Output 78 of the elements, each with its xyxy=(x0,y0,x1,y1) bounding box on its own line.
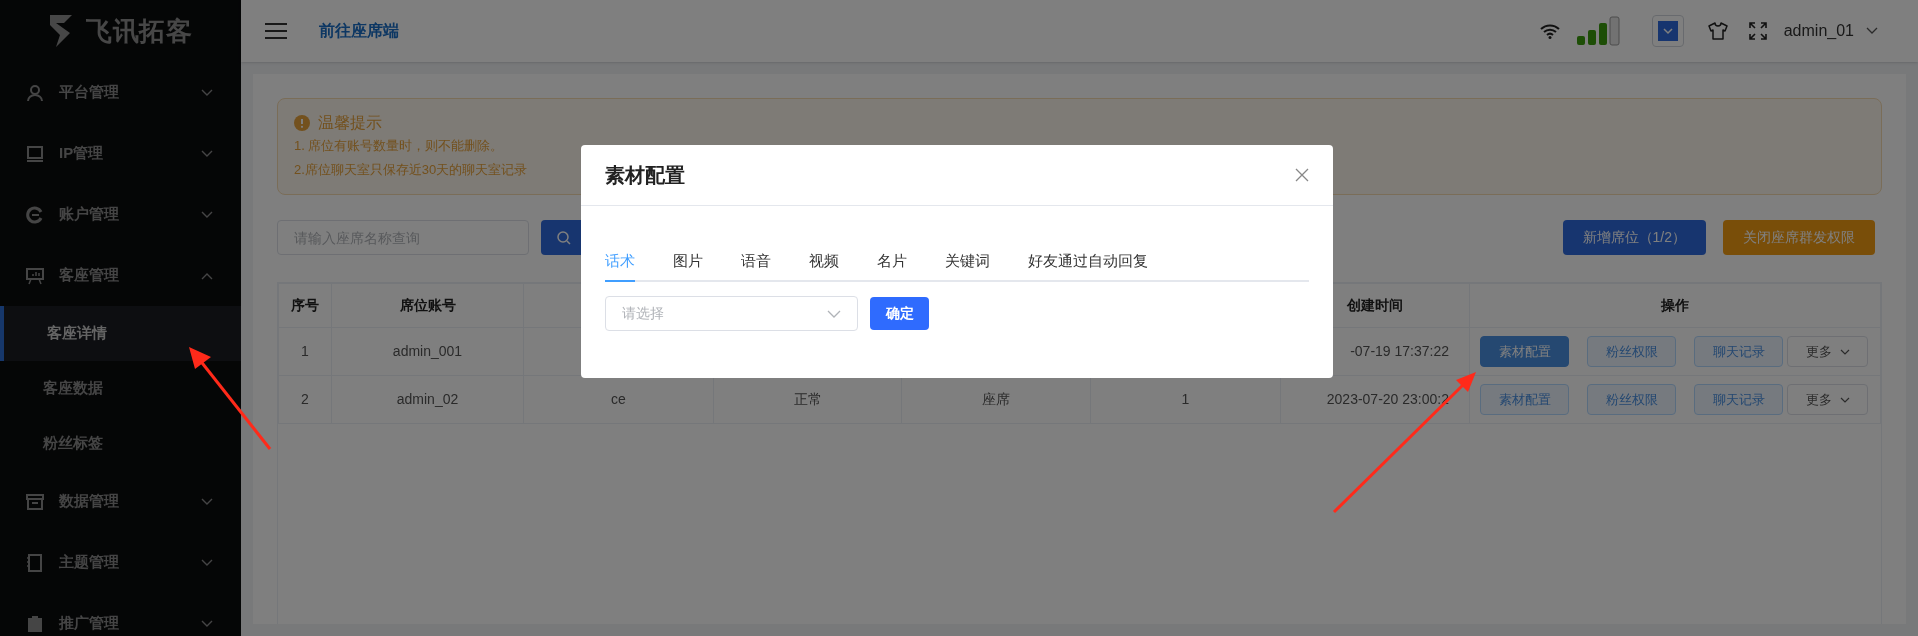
confirm-button[interactable]: 确定 xyxy=(870,297,929,330)
notice-title: 温馨提示 xyxy=(318,113,382,133)
material-select[interactable]: 请选择 xyxy=(605,296,858,331)
archive-icon xyxy=(26,492,44,511)
monitor-icon xyxy=(26,144,44,163)
clipboard-icon xyxy=(26,614,44,633)
signal-bars-icon xyxy=(1575,16,1620,46)
fullscreen-icon[interactable] xyxy=(1747,21,1768,41)
action-button[interactable]: 素材配置 xyxy=(1480,384,1569,415)
dialog-tab[interactable]: 好友通过自动回复 xyxy=(1028,242,1148,282)
user-icon xyxy=(26,83,44,102)
table-cell: -07-19 17:37:22 xyxy=(1350,343,1449,359)
sidebar-item[interactable]: 推广管理 xyxy=(0,593,241,636)
sidebar-item[interactable]: 平台管理 xyxy=(0,62,241,123)
column-header: 创建时间 xyxy=(1347,297,1403,313)
dialog-tab[interactable]: 关键词 xyxy=(945,242,990,282)
table-cell: 2 xyxy=(301,391,309,407)
caret-icon xyxy=(1866,27,1878,35)
action-button[interactable]: 粉丝权限 xyxy=(1587,384,1676,415)
dialog-tab[interactable]: 视频 xyxy=(809,242,839,282)
table-cell: 1 xyxy=(301,343,309,359)
more-dropdown[interactable]: 更多 xyxy=(1787,384,1868,415)
sidebar-item[interactable]: 客座管理 xyxy=(0,245,241,306)
close-icon[interactable] xyxy=(1295,168,1309,182)
shirt-icon[interactable] xyxy=(1707,22,1728,40)
action-button[interactable]: 聊天记录 xyxy=(1694,336,1783,367)
caret-icon xyxy=(1657,21,1678,41)
action-button[interactable]: 聊天记录 xyxy=(1694,384,1783,415)
column-header: 操作 xyxy=(1661,297,1689,313)
dialog-tab[interactable]: 话术 xyxy=(605,242,635,282)
sidebar-subitem[interactable]: 粉丝标签 xyxy=(0,416,241,471)
caret-icon xyxy=(201,210,213,219)
table-cell: admin_02 xyxy=(396,391,459,407)
dialog-tab[interactable]: 名片 xyxy=(877,242,907,282)
dialog-title: 素材配置 xyxy=(605,163,685,188)
sidebar-item[interactable]: 数据管理 xyxy=(0,471,241,532)
dialog-tab[interactable]: 语音 xyxy=(741,242,771,282)
caret-icon xyxy=(201,619,213,628)
table-cell: 座席 xyxy=(982,391,1010,407)
search-icon xyxy=(557,230,571,245)
table-cell: 1 xyxy=(1181,391,1190,407)
presentation-icon xyxy=(26,266,44,285)
sidebar-item[interactable]: 账户管理 xyxy=(0,184,241,245)
sidebar-subitem[interactable]: 客座详情 xyxy=(0,306,241,361)
caret-icon xyxy=(827,309,841,318)
notice-text: 1. 席位有账号数量时，则不能删除。 xyxy=(294,137,504,155)
sidebar-item[interactable]: IP管理 xyxy=(0,123,241,184)
action-button[interactable]: 素材配置 xyxy=(1480,336,1569,367)
toolbar-button[interactable]: 新增席位（1/2） xyxy=(1562,220,1706,255)
caret-icon xyxy=(201,497,213,506)
theme-picker[interactable] xyxy=(1651,15,1684,47)
action-button[interactable]: 粉丝权限 xyxy=(1587,336,1676,367)
column-header: 序号 xyxy=(291,297,319,313)
circle-e-icon xyxy=(26,205,44,224)
table-cell: 正常 xyxy=(793,391,822,407)
warning-icon xyxy=(294,115,310,131)
sidebar-subitem[interactable]: 客座数据 xyxy=(0,361,241,416)
logo-text: 飞讯拓客 xyxy=(86,14,193,48)
table-cell: 2023-07-20 23:00:2 xyxy=(1326,391,1449,407)
dialog-tab[interactable]: 图片 xyxy=(673,242,703,282)
caret-icon xyxy=(201,271,213,280)
caret-icon xyxy=(1839,396,1850,403)
sidebar-item[interactable]: 主题管理 xyxy=(0,532,241,593)
notebook-icon xyxy=(26,553,44,572)
user-menu[interactable]: admin_01 xyxy=(1783,19,1878,43)
caret-icon xyxy=(201,88,213,97)
notice-text: 2.席位聊天室只保存近30天的聊天室记录 xyxy=(294,161,528,179)
column-header: 席位账号 xyxy=(399,297,456,313)
caret-icon xyxy=(1839,348,1850,355)
table-cell: ce xyxy=(611,391,626,407)
toolbar-button[interactable]: 关闭座席群发权限 xyxy=(1723,220,1875,255)
more-dropdown[interactable]: 更多 xyxy=(1787,336,1868,367)
menu-icon[interactable] xyxy=(265,23,287,39)
caret-icon xyxy=(201,558,213,567)
table-cell: admin_001 xyxy=(392,343,463,359)
wifi-icon xyxy=(1539,23,1560,39)
goto-seat-link[interactable]: 前往座席端 xyxy=(319,19,399,43)
caret-icon xyxy=(201,149,213,158)
